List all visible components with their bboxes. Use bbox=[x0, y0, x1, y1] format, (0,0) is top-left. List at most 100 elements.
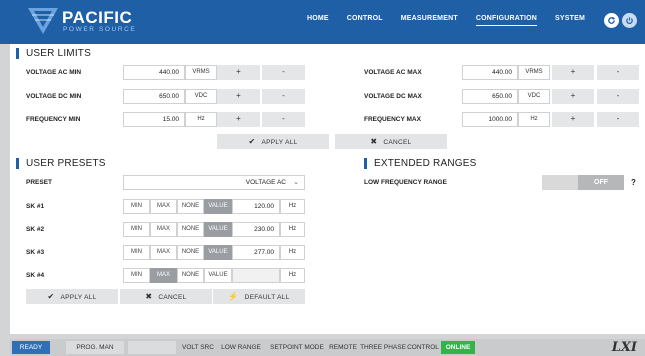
sk1-none-option[interactable]: NONE bbox=[177, 199, 204, 214]
status-prog-man: PROG. MAN bbox=[66, 341, 124, 354]
user-limits-title: USER LIMITS bbox=[16, 48, 91, 59]
preset-select[interactable]: VOLTAGE AC ⌄ bbox=[123, 175, 305, 190]
sk4-value-input[interactable] bbox=[232, 268, 280, 283]
power-icon bbox=[626, 17, 633, 24]
voltage-dc-max-minus-button[interactable]: - bbox=[597, 89, 639, 104]
sk1-value-option[interactable]: VALUE bbox=[204, 199, 232, 214]
sk4-label: SK #4 bbox=[26, 272, 45, 279]
help-icon[interactable]: ? bbox=[628, 177, 639, 188]
status-setpoint-mode: SETPOINT MODE bbox=[270, 344, 324, 351]
sk1-value-input[interactable]: 120.00 bbox=[232, 199, 280, 214]
sk3-value-option[interactable]: VALUE bbox=[204, 245, 232, 260]
sk3-value-input[interactable]: 277.00 bbox=[232, 245, 280, 260]
refresh-button[interactable] bbox=[604, 13, 619, 28]
voltage-dc-min-label: VOLTAGE DC MIN bbox=[26, 93, 82, 100]
sk2-value-option[interactable]: VALUE bbox=[204, 222, 232, 237]
status-bar: READY PROG. MAN VOLT SRC LOW RANGE SETPO… bbox=[10, 339, 645, 356]
voltage-ac-min-plus-button[interactable]: + bbox=[217, 65, 260, 80]
presets-apply-all-button[interactable]: ✔ APPLY ALL bbox=[26, 289, 118, 304]
sk4-none-option[interactable]: NONE bbox=[177, 268, 204, 283]
frequency-min-unit: Hz bbox=[185, 112, 217, 127]
sk3-unit: Hz bbox=[280, 245, 305, 260]
voltage-dc-min-minus-button[interactable]: - bbox=[262, 89, 305, 104]
x-icon: ✖ bbox=[370, 137, 378, 146]
sk2-none-option[interactable]: NONE bbox=[177, 222, 204, 237]
sk2-min-option[interactable]: MIN bbox=[123, 222, 150, 237]
frequency-max-input[interactable]: 1000.00 bbox=[462, 112, 518, 127]
refresh-icon bbox=[608, 16, 616, 24]
voltage-ac-max-input[interactable]: 440.00 bbox=[462, 65, 518, 80]
lxi-logo: LXI bbox=[611, 340, 637, 355]
sk2-value-input[interactable]: 230.00 bbox=[232, 222, 280, 237]
sk4-min-option[interactable]: MIN bbox=[123, 268, 150, 283]
nav-system[interactable]: SYSTEM bbox=[555, 15, 585, 26]
frequency-min-input[interactable]: 15.00 bbox=[123, 112, 185, 127]
x-icon: ✖ bbox=[145, 292, 153, 301]
frequency-min-minus-button[interactable]: - bbox=[262, 112, 305, 127]
nav-configuration[interactable]: CONFIGURATION bbox=[475, 15, 538, 26]
voltage-ac-min-unit: VRMS bbox=[185, 65, 217, 80]
sk3-none-option[interactable]: NONE bbox=[177, 245, 204, 260]
status-ready: READY bbox=[12, 341, 50, 354]
sk3-max-option[interactable]: MAX bbox=[150, 245, 177, 260]
low-frequency-range-toggle[interactable]: OFF bbox=[542, 175, 624, 190]
preset-label: PRESET bbox=[26, 179, 53, 186]
status-blank bbox=[128, 341, 176, 354]
status-low-range: LOW RANGE bbox=[221, 344, 261, 351]
frequency-max-label: FREQUENCY MAX bbox=[364, 116, 421, 123]
voltage-ac-max-minus-button[interactable]: - bbox=[597, 65, 639, 80]
frequency-min-label: FREQUENCY MIN bbox=[26, 116, 81, 123]
status-remote: REMOTE bbox=[329, 344, 357, 351]
frequency-max-minus-button[interactable]: - bbox=[597, 112, 639, 127]
check-icon: ✔ bbox=[248, 137, 256, 146]
check-icon: ✔ bbox=[47, 292, 55, 301]
configuration-panel: USER LIMITS VOLTAGE AC MIN 440.00 VRMS +… bbox=[10, 44, 645, 334]
status-volt-src: VOLT SRC bbox=[182, 344, 214, 351]
preset-select-value: VOLTAGE AC bbox=[245, 179, 286, 186]
limits-cancel-label: CANCEL bbox=[383, 139, 412, 146]
voltage-ac-max-unit: VRMS bbox=[518, 65, 550, 80]
limits-cancel-button[interactable]: ✖ CANCEL bbox=[335, 134, 447, 149]
nav-home[interactable]: HOME bbox=[307, 15, 329, 26]
voltage-dc-max-plus-button[interactable]: + bbox=[552, 89, 594, 104]
limits-apply-all-button[interactable]: ✔ APPLY ALL bbox=[217, 134, 329, 149]
voltage-ac-min-minus-button[interactable]: - bbox=[262, 65, 305, 80]
voltage-dc-min-input[interactable]: 650.00 bbox=[123, 89, 185, 104]
frequency-min-plus-button[interactable]: + bbox=[217, 112, 260, 127]
nav-measurement[interactable]: MEASUREMENT bbox=[401, 15, 458, 26]
nav-control[interactable]: CONTROL bbox=[347, 15, 383, 26]
sk2-label: SK #2 bbox=[26, 226, 45, 233]
user-presets-title: USER PRESETS bbox=[16, 158, 106, 169]
extended-ranges-title: EXTENDED RANGES bbox=[364, 158, 476, 169]
presets-cancel-button[interactable]: ✖ CANCEL bbox=[120, 289, 212, 304]
sk1-unit: Hz bbox=[280, 199, 305, 214]
frequency-max-unit: Hz bbox=[518, 112, 550, 127]
sk4-value-option[interactable]: VALUE bbox=[204, 268, 232, 283]
sk3-label: SK #3 bbox=[26, 249, 45, 256]
voltage-ac-max-plus-button[interactable]: + bbox=[552, 65, 594, 80]
toggle-off-label: OFF bbox=[578, 175, 624, 190]
status-online: ONLINE bbox=[441, 341, 475, 354]
low-frequency-range-label: LOW FREQUENCY RANGE bbox=[364, 179, 447, 186]
brand-name: PACIFIC bbox=[62, 8, 133, 27]
voltage-dc-min-unit: VDC bbox=[185, 89, 217, 104]
sk1-max-option[interactable]: MAX bbox=[150, 199, 177, 214]
sk4-unit: Hz bbox=[280, 268, 305, 283]
sk4-max-option[interactable]: MAX bbox=[150, 268, 177, 283]
status-control: CONTROL bbox=[407, 344, 439, 351]
frequency-max-plus-button[interactable]: + bbox=[552, 112, 594, 127]
sk2-unit: Hz bbox=[280, 222, 305, 237]
voltage-ac-min-input[interactable]: 440.00 bbox=[123, 65, 185, 80]
voltage-dc-max-input[interactable]: 650.00 bbox=[462, 89, 518, 104]
main-nav: HOME CONTROL MEASUREMENT CONFIGURATION S… bbox=[289, 15, 585, 26]
status-three-phase: THREE PHASE bbox=[360, 344, 406, 351]
sk2-max-option[interactable]: MAX bbox=[150, 222, 177, 237]
sk1-min-option[interactable]: MIN bbox=[123, 199, 150, 214]
voltage-ac-min-label: VOLTAGE AC MIN bbox=[26, 69, 82, 76]
default-all-button[interactable]: ⚡ DEFAULT ALL bbox=[213, 289, 305, 304]
voltage-dc-min-plus-button[interactable]: + bbox=[217, 89, 260, 104]
voltage-dc-max-unit: VDC bbox=[518, 89, 550, 104]
sk3-min-option[interactable]: MIN bbox=[123, 245, 150, 260]
limits-apply-all-label: APPLY ALL bbox=[261, 139, 298, 146]
power-button[interactable] bbox=[622, 13, 637, 28]
